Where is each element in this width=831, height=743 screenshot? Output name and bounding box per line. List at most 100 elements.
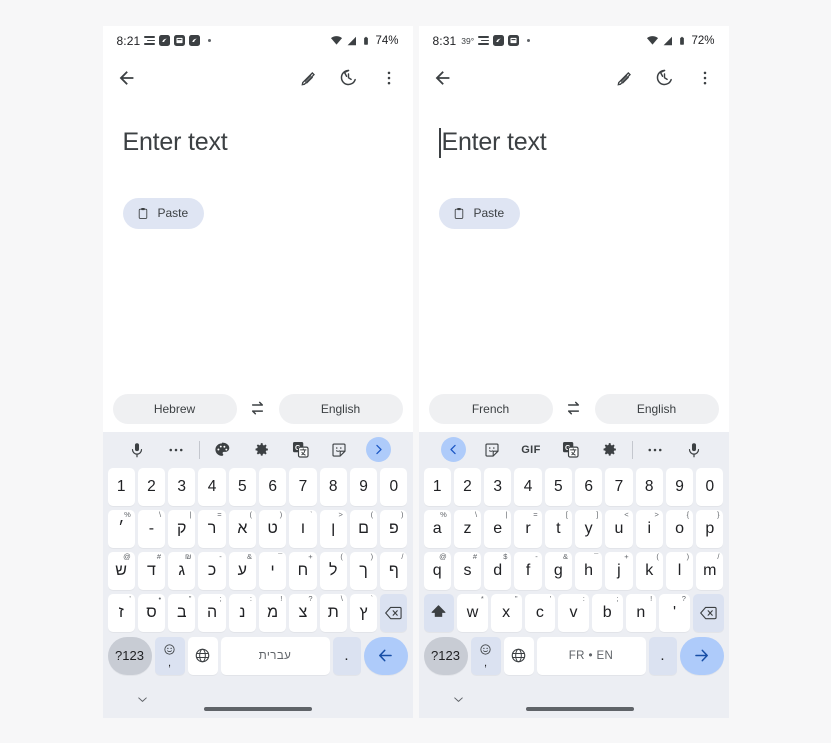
key-מ[interactable]: ! מ: [258, 593, 287, 632]
key-r[interactable]: = r: [514, 509, 542, 548]
key-m[interactable]: / m: [696, 551, 724, 590]
key-ו[interactable]: ` ו: [289, 509, 317, 548]
key-3[interactable]: 3: [168, 467, 196, 506]
key-5[interactable]: 5: [228, 467, 256, 506]
target-language-button[interactable]: English: [278, 393, 403, 424]
gif-icon-button[interactable]: GIF: [512, 436, 551, 464]
collapse-chevron-left-icon[interactable]: [446, 442, 461, 457]
translate-icon[interactable]: G: [561, 440, 580, 459]
mic-icon[interactable]: [685, 441, 703, 459]
swap-languages-button[interactable]: [243, 394, 273, 424]
history-button[interactable]: [337, 66, 361, 90]
key-ן[interactable]: > ן: [319, 509, 347, 548]
key-8[interactable]: 8: [635, 467, 663, 506]
key--[interactable]: \ -: [137, 509, 166, 548]
overflow-dots-icon-button[interactable]: [157, 436, 196, 464]
key-1[interactable]: 1: [423, 467, 451, 506]
arrow-left-icon[interactable]: [376, 646, 395, 665]
key-א[interactable]: (א: [228, 509, 256, 548]
key-shift[interactable]: [423, 593, 455, 632]
key-2[interactable]: 2: [137, 467, 166, 506]
key-emoji-comma[interactable]: ,: [154, 636, 185, 675]
key-language-switch[interactable]: [187, 636, 218, 675]
translate-input-area[interactable]: Enter text Paste: [102, 99, 413, 388]
globe-language-icon[interactable]: [510, 647, 527, 664]
mic-icon-button[interactable]: [675, 436, 714, 464]
handwriting-icon[interactable]: [615, 68, 635, 88]
collapse-keyboard-chevron-icon[interactable]: [135, 692, 150, 707]
key-g[interactable]: & g: [544, 551, 572, 590]
key-ת[interactable]: \ ת: [319, 593, 347, 632]
key-ק[interactable]: | ק: [168, 509, 196, 548]
key-ג[interactable]: ₪ ג: [168, 551, 196, 590]
mic-icon-button[interactable]: [118, 436, 157, 464]
globe-language-icon[interactable]: [194, 647, 211, 664]
key-t[interactable]: [t: [544, 509, 572, 548]
key-ב[interactable]: " ב: [168, 593, 196, 632]
arrow-right-icon[interactable]: [692, 646, 711, 665]
key-ר[interactable]: = ר: [198, 509, 226, 548]
key-4[interactable]: 4: [198, 467, 226, 506]
swap-arrows-icon[interactable]: [247, 398, 268, 419]
key-ף[interactable]: / ף: [380, 551, 408, 590]
key-f[interactable]: -f: [514, 551, 542, 590]
key-emoji-comma[interactable]: ,: [470, 636, 501, 675]
gesture-handle[interactable]: [525, 707, 634, 711]
key-n[interactable]: ! n: [625, 593, 657, 632]
key-o[interactable]: {o: [665, 509, 694, 548]
key-נ[interactable]: :נ: [228, 593, 256, 632]
key-x[interactable]: " x: [490, 593, 522, 632]
sticker-icon[interactable]: [330, 441, 348, 459]
key-spacebar[interactable]: עברית: [220, 636, 330, 675]
key-language-switch[interactable]: [503, 636, 534, 675]
swap-languages-button[interactable]: [559, 394, 589, 424]
key-צ[interactable]: ? צ: [289, 593, 317, 632]
key-a[interactable]: % a: [423, 509, 451, 548]
source-language-button[interactable]: French: [428, 393, 553, 424]
key-ם[interactable]: (ם: [349, 509, 378, 548]
key-y[interactable]: ] y: [574, 509, 603, 548]
settings-gear-icon-button[interactable]: [590, 436, 629, 464]
key-ה[interactable]: ; ה: [198, 593, 226, 632]
key-enter-action[interactable]: [679, 636, 724, 675]
key-enter-action[interactable]: [363, 636, 408, 675]
key-symbols-toggle[interactable]: ?123: [423, 636, 468, 675]
overflow-menu-button[interactable]: [377, 66, 401, 90]
key-i[interactable]: > i: [635, 509, 663, 548]
collapse-chevron-left-icon[interactable]: [440, 437, 466, 462]
key-ץ[interactable]: ` ץ: [349, 593, 378, 632]
key-9[interactable]: 9: [665, 467, 694, 506]
key-backspace[interactable]: [692, 593, 724, 632]
paste-button[interactable]: Paste: [122, 197, 205, 229]
settings-gear-icon[interactable]: [601, 441, 618, 458]
key-k[interactable]: (k: [635, 551, 663, 590]
key-spacebar[interactable]: FR • EN: [536, 636, 646, 675]
key-1[interactable]: 1: [107, 467, 135, 506]
key-6[interactable]: 6: [258, 467, 287, 506]
theme-palette-icon-button[interactable]: [203, 436, 242, 464]
key-u[interactable]: < u: [605, 509, 633, 548]
key-ס[interactable]: • ס: [137, 593, 166, 632]
key-י[interactable]: ¯ י: [258, 551, 287, 590]
key-6[interactable]: 6: [574, 467, 603, 506]
key-e[interactable]: | e: [484, 509, 512, 548]
key-ל[interactable]: (ל: [319, 551, 347, 590]
overflow-menu-button[interactable]: [693, 66, 717, 90]
back-arrow-icon[interactable]: [432, 67, 454, 89]
collapse-chevron-left-icon-button[interactable]: [434, 436, 473, 464]
swap-arrows-icon[interactable]: [563, 398, 584, 419]
history-icon[interactable]: [654, 67, 675, 88]
key-ש[interactable]: @ ש: [107, 551, 135, 590]
collapse-keyboard-chevron-icon[interactable]: [451, 692, 466, 707]
back-button[interactable]: [115, 66, 139, 90]
key-p[interactable]: } p: [696, 509, 724, 548]
key-'[interactable]: ? ': [659, 593, 690, 632]
key-8[interactable]: 8: [319, 467, 347, 506]
expand-chevron-right-icon[interactable]: [365, 437, 391, 462]
key-כ[interactable]: -כ: [198, 551, 226, 590]
key-s[interactable]: # s: [453, 551, 482, 590]
target-language-button[interactable]: English: [594, 393, 719, 424]
key-4[interactable]: 4: [514, 467, 542, 506]
key-7[interactable]: 7: [605, 467, 633, 506]
handwriting-button[interactable]: [297, 66, 321, 90]
